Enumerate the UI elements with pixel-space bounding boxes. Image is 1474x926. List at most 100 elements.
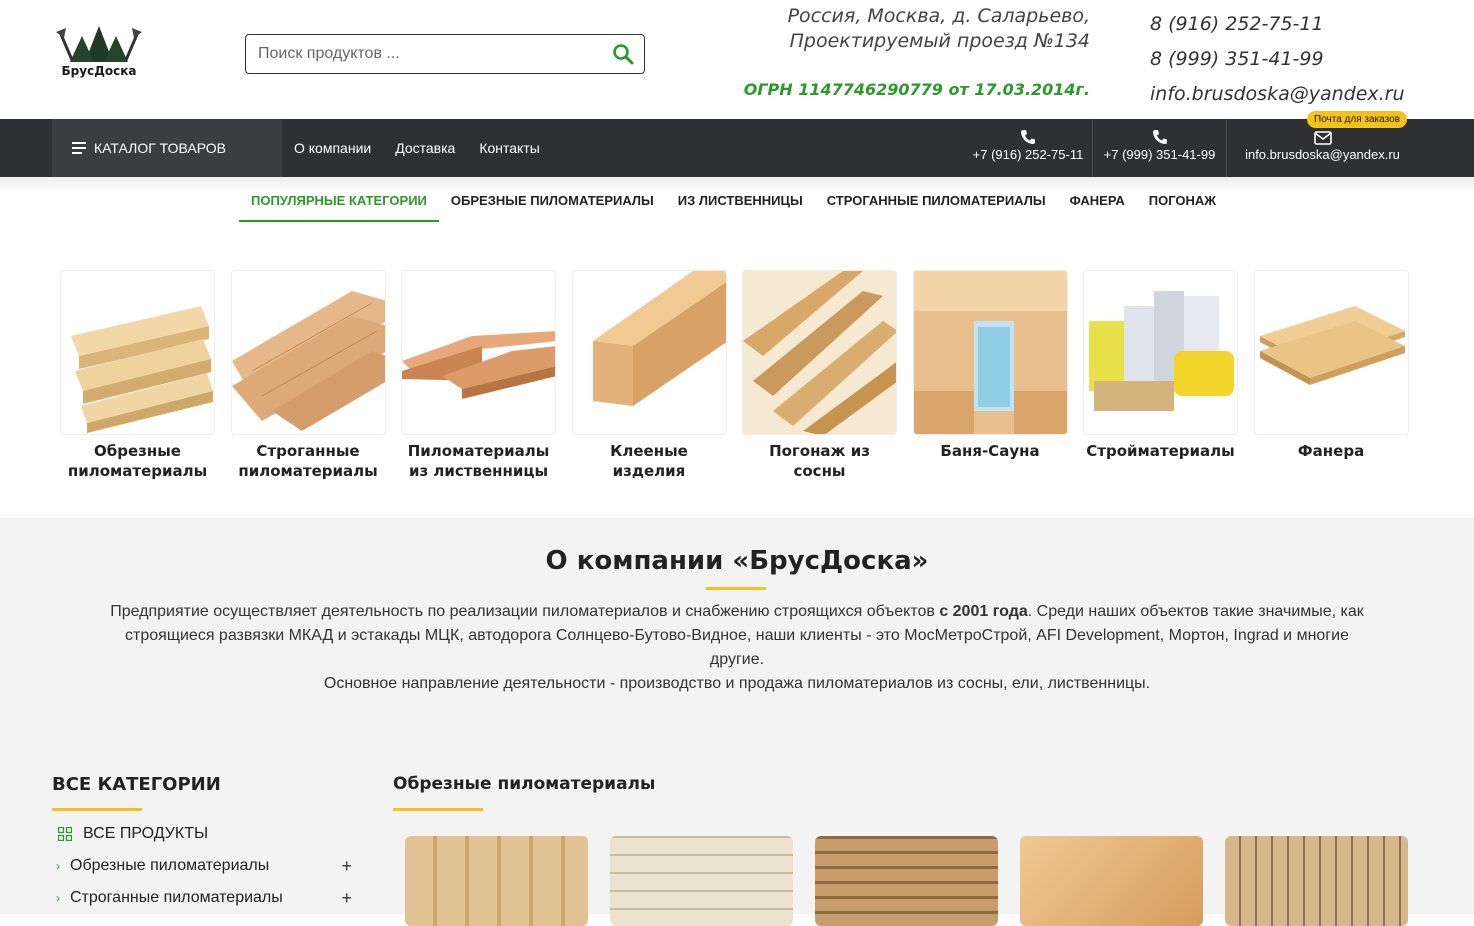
title-underline — [706, 587, 766, 590]
chevron-right-icon: › — [56, 891, 60, 905]
title-underline — [52, 808, 142, 811]
tab-plywood[interactable]: ФАНЕРА — [1058, 183, 1137, 222]
category-tabs: ПОПУЛЯРНЫЕ КАТЕГОРИИ ОБРЕЗНЫЕ ПИЛОМАТЕРИ… — [239, 183, 1228, 222]
tile-label: Обрезные — [94, 442, 181, 460]
header-contacts: 8 (916) 252-75-11 8 (999) 351-41-99 info… — [1150, 10, 1450, 115]
category-image — [230, 270, 386, 435]
mail-icon — [1313, 131, 1332, 145]
category-image — [401, 270, 556, 435]
about-text: Предприятие осуществляет деятельность по… — [110, 600, 1364, 696]
main-nav: КАТАЛОГ ТОВАРОВ О компании Доставка Конт… — [0, 119, 1474, 177]
product-card[interactable] — [1020, 836, 1203, 926]
logo-text: БрусДоска — [61, 64, 137, 78]
tile-label: Пиломатериалы — [407, 442, 550, 460]
header-phone-2[interactable]: 8 (999) 351-41-99 — [1150, 45, 1450, 80]
tab-planed[interactable]: СТРОГАННЫЕ ПИЛОМАТЕРИАЛЫ — [815, 183, 1058, 222]
products-section: Обрезные пиломатериалы — [393, 774, 1413, 926]
about-text-part: Предприятие осуществляет деятельность по… — [110, 603, 940, 620]
menu-icon — [72, 142, 86, 154]
tile-label: пиломатериалы — [67, 462, 208, 480]
site-header: БрусДоска Россия, Москва, д. Саларьево, … — [0, 0, 1474, 119]
tab-larch[interactable]: ИЗ ЛИСТВЕННИЦЫ — [666, 183, 815, 222]
about-section: О компании «БрусДоска» Предприятие осуще… — [0, 518, 1474, 926]
category-tile[interactable]: Строганные пиломатериалы — [230, 270, 386, 481]
tile-label: Фанера — [1297, 442, 1365, 460]
sidebar-item-edged[interactable]: › Обрезные пиломатериалы + — [52, 856, 362, 877]
nav-phone-1[interactable]: +7 (916) 252-75-11 — [964, 119, 1092, 177]
phone-icon — [1152, 130, 1167, 144]
products-title: Обрезные пиломатериалы — [393, 774, 656, 794]
tile-label: Баня-Сауна — [940, 442, 1040, 460]
expand-plus-icon[interactable]: + — [341, 888, 352, 909]
grid-icon — [58, 827, 72, 841]
product-card[interactable] — [405, 836, 588, 926]
product-cards — [405, 836, 1430, 926]
category-tile[interactable]: Фанера — [1253, 270, 1409, 481]
tile-label: изделия — [612, 462, 686, 480]
chevron-right-icon: › — [56, 859, 60, 873]
category-tile[interactable]: Стройматериалы — [1083, 270, 1238, 481]
category-tile[interactable]: Пиломатериалы из лиственницы — [401, 270, 556, 481]
category-image — [1083, 270, 1238, 435]
category-image — [1253, 270, 1409, 435]
nav-links: О компании Доставка Контакты — [294, 119, 564, 177]
nav-phone-1-text: +7 (916) 252-75-11 — [972, 147, 1084, 162]
about-text-part: Основное направление деятельности - прои… — [323, 675, 1151, 692]
tile-label: Клееные — [610, 442, 688, 460]
categories-sidebar: ВСЕ КАТЕГОРИИ ВСЕ ПРОДУКТЫ › Обрезные пи… — [52, 774, 362, 909]
sidebar-item-label: Обрезные пиломатериалы — [70, 857, 270, 874]
tile-label: Строганные — [256, 442, 360, 460]
tile-label: сосны — [793, 462, 846, 480]
about-title: О компании «БрусДоска» — [545, 546, 929, 576]
category-tile[interactable]: Баня-Сауна — [912, 270, 1068, 481]
tile-label: Стройматериалы — [1086, 442, 1235, 460]
category-image — [60, 270, 215, 435]
search-input[interactable] — [258, 43, 598, 65]
title-underline — [393, 808, 483, 811]
tab-edged[interactable]: ОБРЕЗНЫЕ ПИЛОМАТЕРИАЛЫ — [439, 183, 666, 222]
ogrn-text: ОГРН 1147746290779 от 17.03.2014г. — [743, 80, 1090, 99]
tab-popular[interactable]: ПОПУЛЯРНЫЕ КАТЕГОРИИ — [239, 183, 439, 222]
logo-trees-icon — [56, 26, 142, 62]
nav-link-about[interactable]: О компании — [294, 140, 371, 156]
nav-link-contacts[interactable]: Контакты — [479, 140, 539, 156]
address: Россия, Москва, д. Саларьево, Проектируе… — [700, 4, 1090, 54]
header-phone-1[interactable]: 8 (916) 252-75-11 — [1150, 10, 1450, 45]
sidebar-title: ВСЕ КАТЕГОРИИ — [52, 774, 221, 795]
category-image — [742, 270, 897, 435]
header-email[interactable]: info.brusdoska@yandex.ru — [1150, 80, 1450, 115]
search-box — [245, 34, 645, 74]
catalog-button[interactable]: КАТАЛОГ ТОВАРОВ — [52, 119, 282, 177]
sidebar-all-products[interactable]: ВСЕ ПРОДУКТЫ — [58, 825, 362, 843]
nav-email-text: info.brusdoska@yandex.ru — [1245, 147, 1400, 162]
order-email-badge: Почта для заказов — [1307, 111, 1407, 128]
category-image — [912, 270, 1068, 435]
category-tile[interactable]: Клееные изделия — [571, 270, 727, 481]
product-card[interactable] — [815, 836, 998, 926]
tab-moulding[interactable]: ПОГОНАЖ — [1137, 183, 1228, 222]
catalog-label: КАТАЛОГ ТОВАРОВ — [94, 140, 226, 156]
logo[interactable]: БрусДоска — [52, 22, 146, 82]
category-tile[interactable]: Погонаж из сосны — [742, 270, 897, 481]
nav-phone-2-text: +7 (999) 351-41-99 — [1103, 147, 1216, 162]
tile-label: Погонаж из — [769, 442, 870, 460]
category-tiles: Обрезные пиломатериалы Строганные пиломате… — [60, 270, 1424, 481]
product-card[interactable] — [1225, 836, 1408, 926]
sidebar-item-label: Строганные пиломатериалы — [70, 889, 283, 906]
about-text-highlight: с 2001 года — [939, 603, 1028, 620]
category-tile[interactable]: Обрезные пиломатериалы — [60, 270, 215, 481]
address-line-1: Россия, Москва, д. Саларьево, — [787, 5, 1090, 27]
nav-phone-2[interactable]: +7 (999) 351-41-99 — [1092, 119, 1226, 177]
expand-plus-icon[interactable]: + — [341, 856, 352, 877]
search-icon[interactable] — [612, 43, 634, 65]
tile-label: из лиственницы — [408, 462, 549, 480]
category-image — [571, 270, 727, 435]
address-line-2: Проектируемый проезд №134 — [789, 30, 1090, 52]
category-tabs-bar: ПОПУЛЯРНЫЕ КАТЕГОРИИ ОБРЕЗНЫЕ ПИЛОМАТЕРИ… — [0, 177, 1474, 237]
sidebar-all-label: ВСЕ ПРОДУКТЫ — [83, 825, 209, 842]
product-card[interactable] — [610, 836, 793, 926]
tile-label: пиломатериалы — [238, 462, 378, 480]
sidebar-item-planed[interactable]: › Строганные пиломатериалы + — [52, 888, 362, 909]
phone-icon — [1021, 130, 1035, 144]
nav-link-delivery[interactable]: Доставка — [395, 140, 455, 156]
